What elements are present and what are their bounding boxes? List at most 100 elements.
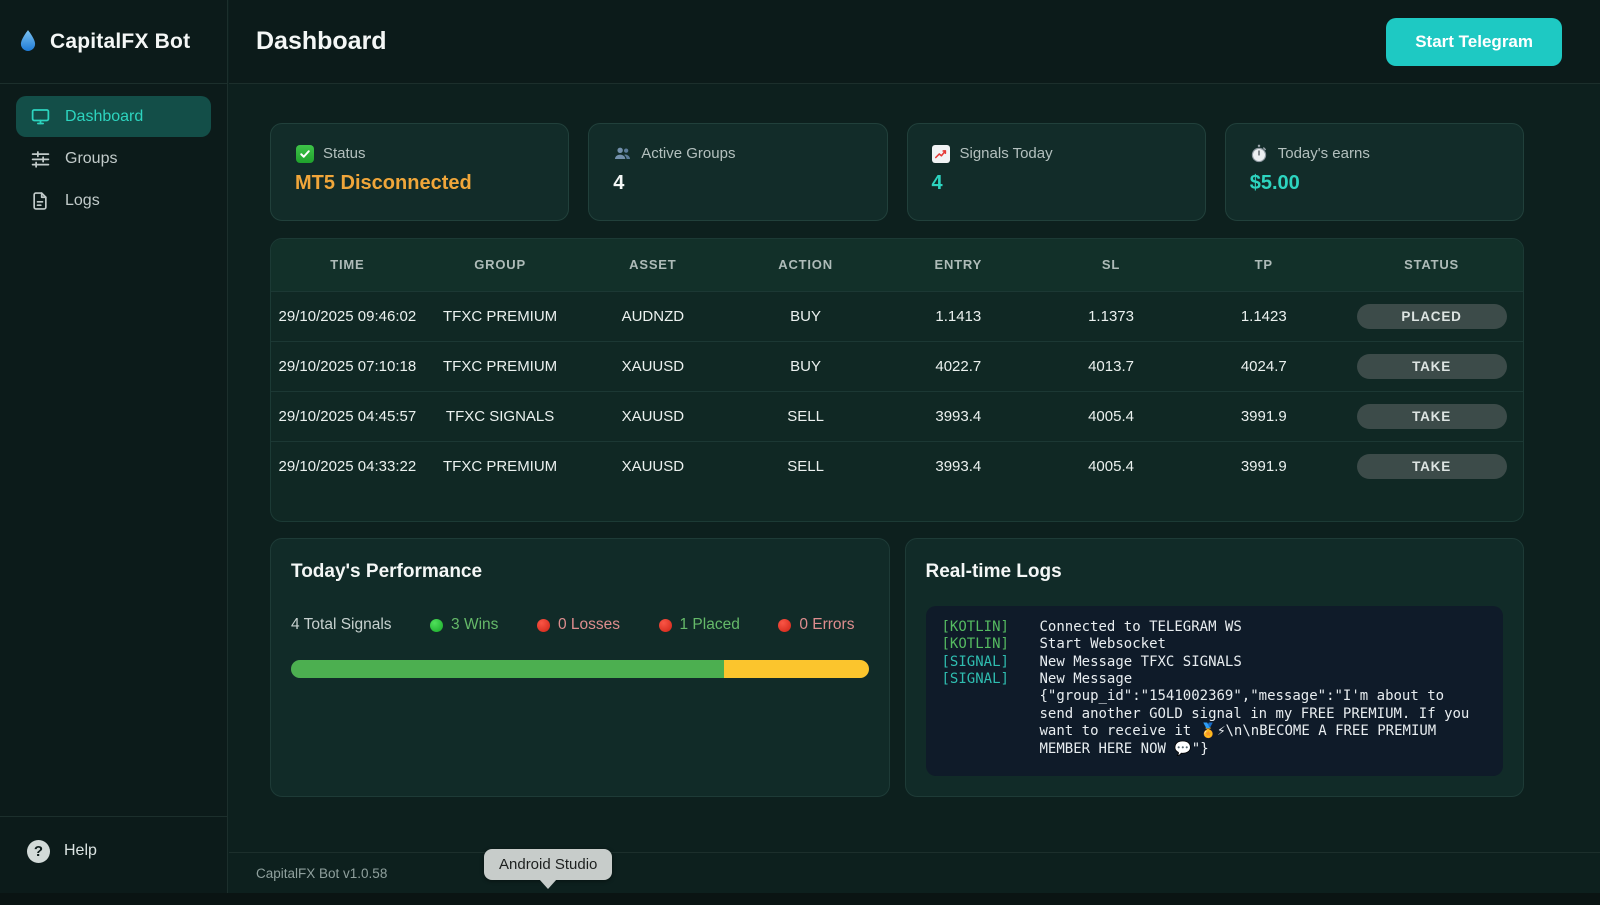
cell-action: SELL [729,391,882,441]
performance-progress-bar [291,660,869,678]
status-card: Status MT5 Disconnected [270,123,569,221]
sidebar-item-groups[interactable]: Groups [16,138,211,179]
sidebar-item-dashboard[interactable]: Dashboard [16,96,211,137]
cell-action: BUY [729,291,882,341]
log-message: New Message TFXC SIGNALS [1040,654,1475,671]
droplet-icon [18,29,40,55]
table-row: 29/10/2025 07:10:18 TFXC PREMIUM XAUUSD … [271,341,1523,391]
performance-item-label: 0 Losses [558,616,620,634]
performance-panel: Today's Performance 4 Total Signals 3 Wi… [270,538,890,797]
cell-status: TAKE [1340,391,1523,441]
document-icon [29,190,51,212]
log-line: [SIGNAL] New Message TFXC SIGNALS [942,654,1475,671]
cell-time: 29/10/2025 07:10:18 [271,341,424,391]
cell-entry: 1.1413 [882,291,1035,341]
column-header-tp: TP [1187,239,1340,291]
sidebar-nav: Dashboard Groups Logs [0,84,227,233]
column-header-asset: ASSET [576,239,729,291]
cell-group: TFXC PREMIUM [424,441,577,491]
stat-label: Signals Today [960,145,1053,162]
status-badge: TAKE [1357,404,1507,429]
cell-sl: 4005.4 [1035,441,1188,491]
log-message: Start Websocket [1040,636,1475,653]
cell-group: TFXC PREMIUM [424,341,577,391]
log-message: New Message {"group_id":"1541002369","me… [1040,671,1475,758]
table-row: 29/10/2025 04:33:22 TFXC PREMIUM XAUUSD … [271,441,1523,491]
status-badge: TAKE [1357,454,1507,479]
stats-row: Status MT5 Disconnected Active Groups 4 [270,123,1524,221]
realtime-logs-panel: Real-time Logs [KOTLIN] Connected to TEL… [905,538,1525,797]
sliders-icon [29,148,51,170]
table-body: 29/10/2025 09:46:02 TFXC PREMIUM AUDNZD … [271,291,1523,491]
log-tag: [SIGNAL] [942,654,1040,671]
question-icon: ? [27,840,50,863]
performance-item-label: 1 Placed [680,616,740,634]
sidebar-item-logs[interactable]: Logs [16,180,211,221]
cell-sl: 4013.7 [1035,341,1188,391]
signals-today-card: Signals Today 4 [907,123,1206,221]
check-icon [295,144,314,163]
cell-asset: AUDNZD [576,291,729,341]
chart-up-icon [932,144,951,163]
total-signals-label: 4 Total Signals [291,616,392,634]
column-header-time: TIME [271,239,424,291]
cell-tp: 1.1423 [1187,291,1340,341]
stat-label: Active Groups [641,145,735,162]
log-tag: [KOTLIN] [942,636,1040,653]
table-header-row: TIME GROUP ASSET ACTION ENTRY SL TP STAT… [271,239,1523,291]
cell-group: TFXC SIGNALS [424,391,577,441]
sidebar-item-label: Dashboard [65,108,143,126]
cell-entry: 3993.4 [882,441,1035,491]
cell-status: TAKE [1340,341,1523,391]
app-logo: CapitalFX Bot [0,0,227,84]
help-button[interactable]: ? Help [16,829,211,873]
log-line: [KOTLIN] Start Websocket [942,636,1475,653]
column-header-sl: SL [1035,239,1188,291]
cell-asset: XAUUSD [576,441,729,491]
stat-label: Status [323,145,366,162]
todays-earns-card: Today's earns $5.00 [1225,123,1524,221]
stat-value: $5.00 [1250,172,1499,195]
cell-sl: 1.1373 [1035,291,1188,341]
active-groups-card: Active Groups 4 [588,123,887,221]
status-dot-icon [659,619,672,632]
log-tag: [SIGNAL] [942,671,1040,758]
performance-item: 1 Placed [659,616,740,634]
column-header-entry: ENTRY [882,239,1035,291]
performance-item-label: 3 Wins [451,616,498,634]
start-telegram-button[interactable]: Start Telegram [1386,18,1562,66]
cell-tp: 3991.9 [1187,391,1340,441]
footer: CapitalFX Bot v1.0.58 [229,852,1600,893]
cell-action: BUY [729,341,882,391]
cell-tp: 3991.9 [1187,441,1340,491]
page-header: Dashboard Start Telegram [229,0,1600,84]
stopwatch-icon [1250,144,1269,163]
cell-time: 29/10/2025 04:33:22 [271,441,424,491]
cell-entry: 4022.7 [882,341,1035,391]
logs-title: Real-time Logs [926,561,1504,583]
status-badge: PLACED [1357,304,1507,329]
cell-group: TFXC PREMIUM [424,291,577,341]
stat-value: 4 [613,172,862,195]
status-dot-icon [537,619,550,632]
column-header-status: STATUS [1340,239,1523,291]
cell-tp: 4024.7 [1187,341,1340,391]
status-badge: TAKE [1357,354,1507,379]
brand-title: CapitalFX Bot [50,30,190,54]
page-title: Dashboard [256,27,387,56]
cell-time: 29/10/2025 04:45:57 [271,391,424,441]
table-row: 29/10/2025 04:45:57 TFXC SIGNALS XAUUSD … [271,391,1523,441]
status-dot-icon [778,619,791,632]
column-header-group: GROUP [424,239,577,291]
placed-bar-segment [724,660,868,678]
table-row: 29/10/2025 09:46:02 TFXC PREMIUM AUDNZD … [271,291,1523,341]
log-output[interactable]: [KOTLIN] Connected to TELEGRAM WS [KOTLI… [926,606,1504,776]
stat-value: MT5 Disconnected [295,172,544,195]
cell-sl: 4005.4 [1035,391,1188,441]
cell-time: 29/10/2025 09:46:02 [271,291,424,341]
signals-table: TIME GROUP ASSET ACTION ENTRY SL TP STAT… [270,238,1524,522]
users-icon [613,144,632,163]
log-line: [SIGNAL] New Message {"group_id":"154100… [942,671,1475,758]
cell-action: SELL [729,441,882,491]
performance-item-label: 0 Errors [799,616,854,634]
